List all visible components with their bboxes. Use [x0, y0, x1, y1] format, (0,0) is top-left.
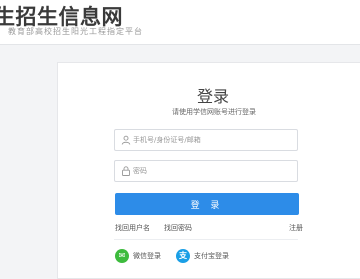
wechat-login-button[interactable]: ✉ 微信登录 [115, 249, 161, 263]
divider [114, 239, 298, 240]
wechat-icon: ✉ [115, 249, 129, 263]
register-link[interactable]: 注册 [289, 223, 303, 233]
site-subtitle: 教育部高校招生阳光工程指定平台 [8, 27, 143, 36]
forgot-password-link[interactable]: 找回密码 [164, 223, 192, 233]
username-field[interactable] [114, 129, 298, 151]
username-input[interactable] [133, 133, 293, 147]
login-button[interactable]: 登 录 [115, 193, 299, 215]
lock-icon [122, 166, 130, 176]
login-hint: 请使用学信网账号进行登录 [172, 108, 256, 116]
login-title: 登录 [196, 87, 229, 106]
alipay-login-label: 支付宝登录 [194, 252, 229, 260]
wechat-login-label: 微信登录 [133, 252, 161, 260]
user-icon [121, 135, 131, 145]
forgot-username-link[interactable]: 找回用户名 [115, 223, 150, 233]
password-field[interactable] [114, 160, 298, 182]
password-input[interactable] [133, 164, 293, 178]
alipay-icon: 支 [176, 249, 190, 263]
site-header: 生招生信息网 教育部高校招生阳光工程指定平台 [0, 0, 360, 45]
login-card: 登录 请使用学信网账号进行登录 登 录 找回用户名 找回密码 注册 ✉ 微信登录… [57, 62, 360, 279]
alipay-login-button[interactable]: 支 支付宝登录 [176, 249, 229, 263]
